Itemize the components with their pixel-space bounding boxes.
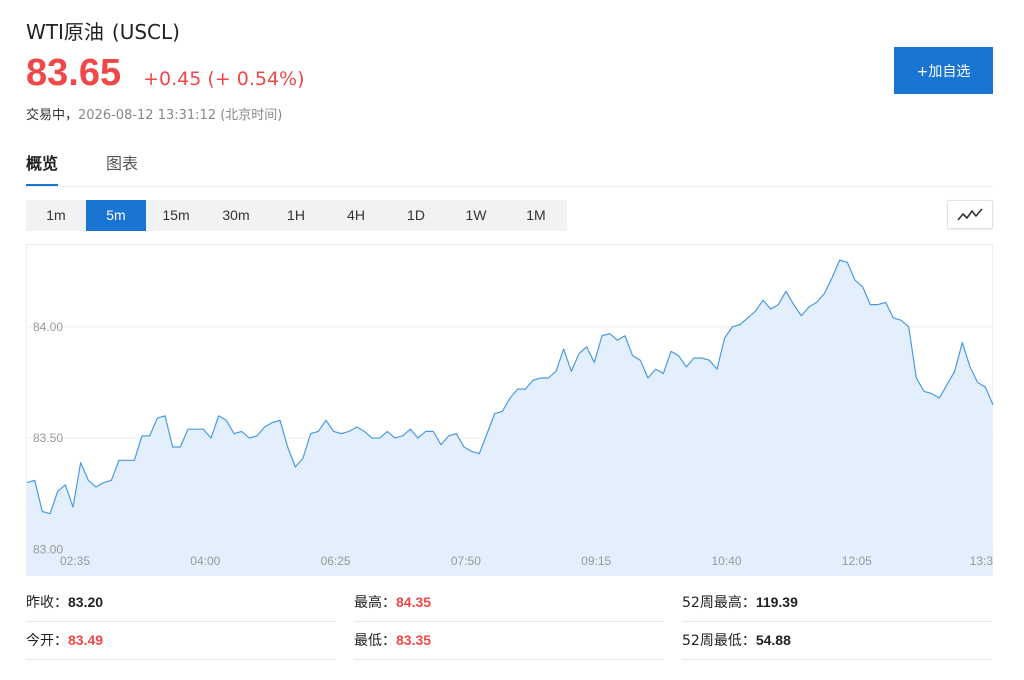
status-label: 交易中， <box>26 108 79 123</box>
stat-value: 83.35 <box>396 632 432 648</box>
instrument-code: (USCL) <box>111 20 180 44</box>
price-change: +0.45 (+ 0.54%) <box>143 68 304 90</box>
interval-30m[interactable]: 30m <box>206 200 266 231</box>
quote-stats: 昨收：83.20 最高：84.35 52周最高：119.39 今开：83.49 … <box>26 584 993 664</box>
stat-prev-close: 昨收：83.20 <box>26 584 336 622</box>
interval-1mo[interactable]: 1M <box>506 200 566 231</box>
interval-1m[interactable]: 1m <box>26 200 86 231</box>
change-value: +0.45 <box>143 68 202 90</box>
x-tick-label: 04:00 <box>190 554 220 568</box>
tab-chart[interactable]: 图表 <box>106 150 138 186</box>
interval-4h[interactable]: 4H <box>326 200 386 231</box>
stat-value: 83.49 <box>68 632 104 648</box>
x-tick-label: 13:3 <box>970 554 994 568</box>
x-tick-label: 10:40 <box>711 554 741 568</box>
line-chart-icon <box>957 207 983 221</box>
stat-low: 最低：83.35 <box>354 622 664 660</box>
y-tick-label: 84.00 <box>33 320 63 334</box>
stat-value: 84.35 <box>396 594 432 610</box>
interval-15m[interactable]: 15m <box>146 200 206 231</box>
interval-1h[interactable]: 1H <box>266 200 326 231</box>
interval-5m[interactable]: 5m <box>86 200 146 231</box>
x-tick-label: 09:15 <box>581 554 611 568</box>
stat-value: 83.20 <box>68 594 104 610</box>
chart-type-button[interactable] <box>947 200 993 229</box>
change-percent: (+ 0.54%) <box>207 68 305 90</box>
status-timezone: (北京时间) <box>220 108 283 123</box>
stat-label: 52周最高： <box>682 595 756 611</box>
stat-high: 最高：84.35 <box>354 584 664 622</box>
instrument-title: WTI原油 (USCL) <box>26 16 180 45</box>
tab-bar: 概览 图表 <box>26 150 993 187</box>
trading-status: 交易中，2026-08-12 13:31:12 (北京时间) <box>26 104 282 123</box>
stat-label: 52周最低： <box>682 633 756 649</box>
last-price: 83.65 <box>26 52 122 94</box>
price-row: 83.65 +0.45 (+ 0.54%) <box>26 52 305 102</box>
interval-selector: 1m 5m 15m 30m 1H 4H 1D 1W 1M <box>26 200 567 231</box>
x-tick-label: 12:05 <box>842 554 872 568</box>
price-area <box>27 260 993 576</box>
price-chart-svg: 84.00 83.50 83.0002:35 04:00 06:25 07:50 09:15… <box>27 259 994 576</box>
instrument-name: WTI原油 <box>26 20 104 44</box>
stat-label: 昨收： <box>26 595 68 611</box>
stat-52w-high: 52周最高：119.39 <box>682 584 992 622</box>
interval-1w[interactable]: 1W <box>446 200 506 231</box>
x-tick-label: 06:25 <box>321 554 351 568</box>
status-timestamp: 2026-08-12 13:31:12 <box>78 108 217 123</box>
stat-label: 最低： <box>354 633 396 649</box>
stat-open: 今开：83.49 <box>26 622 336 660</box>
tab-overview[interactable]: 概览 <box>26 150 59 186</box>
stat-value: 119.39 <box>755 594 798 610</box>
x-tick-label: 07:50 <box>451 554 481 568</box>
y-tick-label: 83.50 <box>33 431 63 445</box>
add-watchlist-button[interactable]: +加自选 <box>894 47 993 94</box>
y-tick-label: 83.00 <box>33 542 63 556</box>
stat-value: 54.88 <box>755 632 791 648</box>
interval-1d[interactable]: 1D <box>386 200 446 231</box>
stat-label: 最高： <box>354 595 396 611</box>
stat-label: 今开： <box>26 633 68 649</box>
x-tick-label: 02:35 <box>60 554 90 568</box>
stat-52w-low: 52周最低：54.88 <box>682 622 992 660</box>
price-chart[interactable]: 84.00 83.50 83.00 02:35 04:00 06:25 07:50 09:15… <box>26 244 994 576</box>
